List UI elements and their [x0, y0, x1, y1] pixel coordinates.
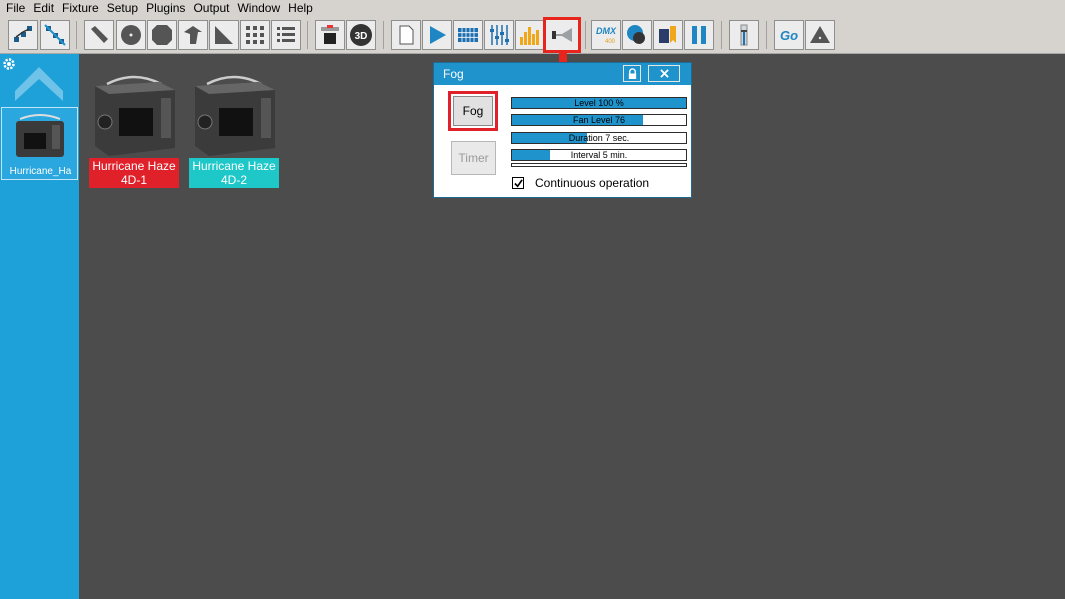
gear-icon[interactable]: [2, 57, 16, 71]
duration-slider[interactable]: Duration 7 sec.: [511, 132, 687, 144]
go-label: Go: [780, 28, 798, 43]
menu-output[interactable]: Output: [189, 0, 233, 17]
close-button[interactable]: [648, 65, 680, 82]
menu-file[interactable]: File: [2, 0, 29, 17]
level-slider[interactable]: Level 100 %: [511, 97, 687, 109]
master-icon: [740, 24, 748, 46]
pause-button[interactable]: [684, 20, 714, 50]
lights-icon: [659, 26, 676, 43]
angle-icon: [215, 26, 233, 44]
fixture-hurricane-haze-1[interactable]: Hurricane Haze 4D-1: [89, 72, 179, 188]
fixture-link-icon: [44, 24, 66, 46]
3d-label: 3D: [355, 31, 368, 42]
screen-button[interactable]: [315, 20, 345, 50]
fog-machine-icon: [95, 75, 175, 156]
close-icon: [659, 69, 669, 78]
dmx-sub-label: 400: [605, 39, 616, 45]
continuous-operation-checkbox[interactable]: [512, 177, 524, 189]
fixture-name-label: Hurricane Haze 4D-1: [89, 158, 179, 188]
pause-icon: [692, 26, 706, 44]
matrix-icon: [458, 28, 478, 42]
menu-help[interactable]: Help: [284, 0, 317, 17]
fixture-library-panel: Hurricane_Ha: [0, 54, 79, 599]
go-icon: Go: [780, 28, 798, 43]
lock-icon: [628, 68, 636, 79]
duration-slider-label: Duration 7 sec.: [568, 133, 630, 143]
fixture-thumbnail-label: Hurricane_Ha: [9, 166, 72, 177]
beam-icon: [91, 26, 108, 43]
fixture-group-button[interactable]: [8, 20, 38, 50]
fan-level-slider-label: Fan Level 76: [572, 115, 626, 125]
extra-slider[interactable]: [511, 163, 687, 167]
screen-icon: [321, 25, 339, 44]
list-button[interactable]: [271, 20, 301, 50]
fixture-thumbnail[interactable]: Hurricane_Ha: [1, 107, 78, 180]
grid-icon: [246, 26, 264, 44]
grid-button[interactable]: [240, 20, 270, 50]
menu-window[interactable]: Window: [233, 0, 284, 17]
3d-view-button[interactable]: 3D: [346, 20, 376, 50]
faders-button[interactable]: [484, 20, 514, 50]
interval-slider-label: Interval 5 min.: [570, 150, 628, 160]
app-window: File Edit Fixture Setup Plugins Output W…: [0, 0, 1065, 599]
timer-button[interactable]: Timer: [451, 141, 496, 175]
fog-dialog: Fog Fog Timer Level 100 % Fan Level 76 D…: [433, 62, 692, 198]
menu-edit[interactable]: Edit: [29, 0, 58, 17]
gobo-circle-button[interactable]: [116, 20, 146, 50]
warning-icon: [810, 26, 830, 43]
fog-icon: [552, 28, 572, 42]
fog-machine-icon: [195, 75, 275, 156]
menu-fixture[interactable]: Fixture: [58, 0, 103, 17]
interval-slider[interactable]: Interval 5 min.: [511, 149, 687, 161]
equalizer-button[interactable]: [515, 20, 545, 50]
fixture-group-icon: [14, 26, 32, 42]
warning-button[interactable]: [805, 20, 835, 50]
play-icon: [430, 26, 446, 44]
lock-button[interactable]: [623, 65, 641, 82]
moving-head-button[interactable]: [178, 20, 208, 50]
fan-level-slider[interactable]: Fan Level 76: [511, 114, 687, 126]
continuous-operation-label: Continuous operation: [535, 176, 650, 190]
3d-icon: 3D: [350, 24, 372, 46]
menu-bar: File Edit Fixture Setup Plugins Output W…: [0, 0, 1065, 17]
chevron-up-icon[interactable]: [15, 65, 63, 103]
checkmark-icon: [513, 178, 523, 187]
equalizer-icon: [520, 27, 539, 45]
menu-setup[interactable]: Setup: [103, 0, 142, 17]
fixture-hurricane-haze-2[interactable]: Hurricane Haze 4D-2: [189, 72, 279, 188]
menu-plugins[interactable]: Plugins: [142, 0, 189, 17]
fog-button[interactable]: Fog: [448, 91, 498, 131]
color-mix-button[interactable]: [622, 20, 652, 50]
lights-button[interactable]: [653, 20, 683, 50]
dmx-button[interactable]: DMX 400: [591, 20, 621, 50]
play-button[interactable]: [422, 20, 452, 50]
gobo-round-button[interactable]: [147, 20, 177, 50]
angle-button[interactable]: [209, 20, 239, 50]
dmx-icon: DMX 400: [596, 26, 617, 45]
master-button[interactable]: [729, 20, 759, 50]
new-page-icon: [399, 25, 414, 45]
dmx-label: DMX: [596, 26, 617, 36]
color-mix-icon: [627, 25, 645, 44]
toolbar: 3D DMX 400 Go: [0, 17, 1065, 54]
fixture-link-button[interactable]: [40, 20, 70, 50]
fog-button-toolbar[interactable]: [543, 17, 581, 53]
faders-icon: [490, 25, 509, 45]
go-button[interactable]: Go: [774, 20, 804, 50]
list-icon: [277, 27, 295, 42]
beam-button[interactable]: [84, 20, 114, 50]
gobo-round-icon: [152, 25, 172, 45]
fog-button-label: Fog: [453, 96, 493, 126]
gobo-circle-icon: [121, 25, 141, 45]
fixture-name-label: Hurricane Haze 4D-2: [189, 158, 279, 188]
moving-head-icon: [184, 26, 202, 44]
level-slider-label: Level 100 %: [574, 98, 624, 108]
new-page-button[interactable]: [391, 20, 421, 50]
fog-machine-icon: [16, 114, 64, 157]
matrix-button[interactable]: [453, 20, 483, 50]
